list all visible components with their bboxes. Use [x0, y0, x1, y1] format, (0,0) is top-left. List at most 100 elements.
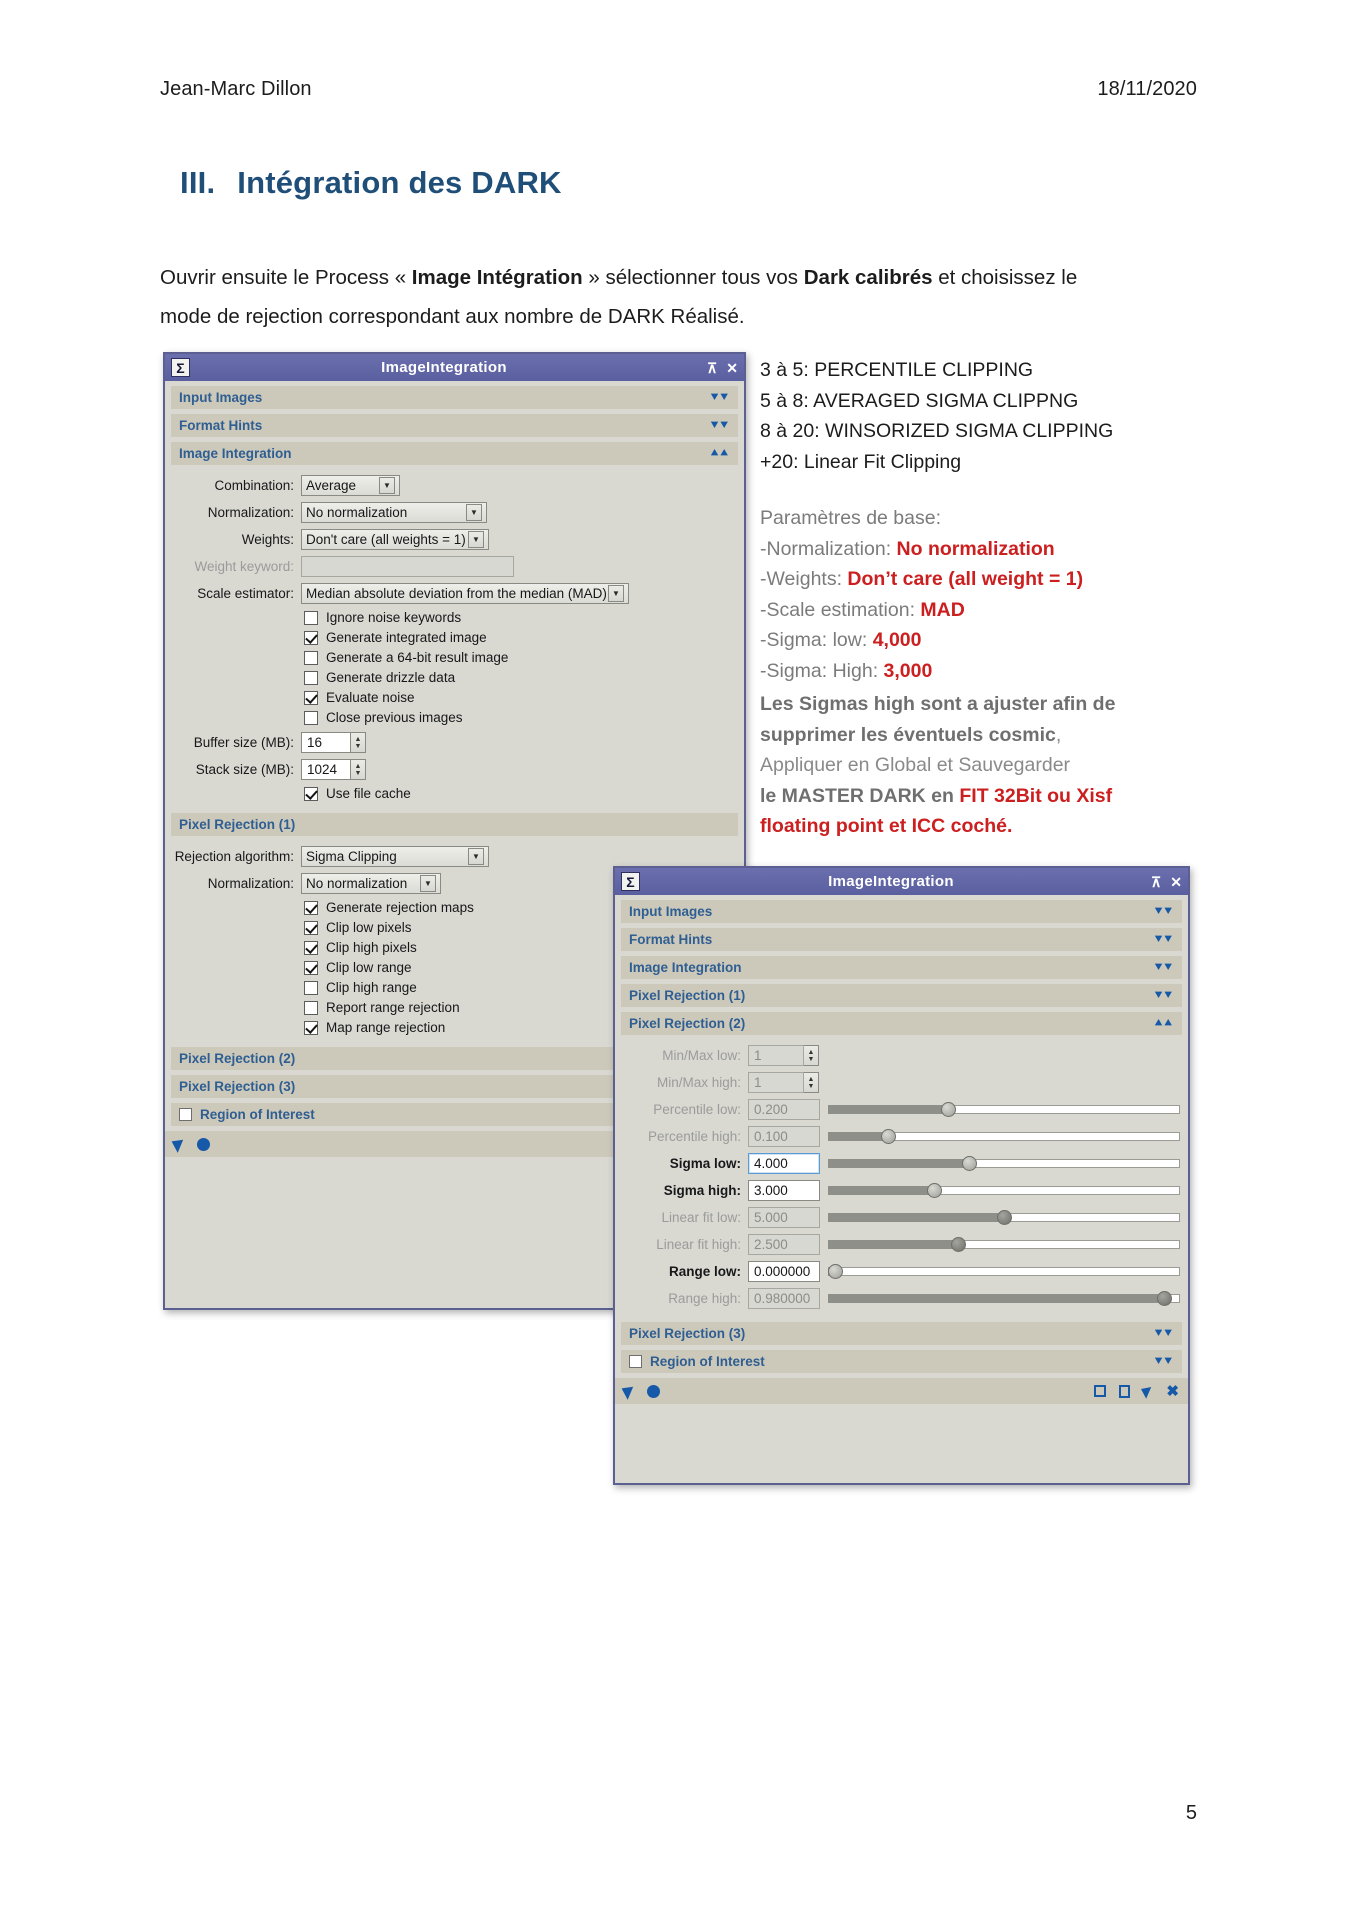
checkbox-box[interactable] [304, 900, 318, 915]
stepper-up-icon[interactable]: ▲ [355, 736, 362, 743]
apply-global-icon[interactable] [197, 1137, 210, 1151]
section-format-hints[interactable]: Format Hints ⯆⯆ [621, 928, 1182, 951]
stepper-up-icon[interactable]: ▲ [808, 1049, 815, 1056]
stepper-down-icon[interactable]: ▼ [808, 1056, 815, 1063]
buffer-size-input[interactable]: 16 [301, 732, 351, 753]
new-instance-icon[interactable] [1094, 1385, 1107, 1397]
section-input-images[interactable]: Input Images ⯆⯆ [621, 900, 1182, 923]
chevron-down-icon[interactable]: ▼ [468, 848, 484, 865]
stack-size-input[interactable]: 1024 [301, 759, 351, 780]
checkbox-generate-drizzle-data[interactable]: Generate drizzle data [304, 670, 736, 685]
checkbox-use-file-cache[interactable]: Use file cache [304, 786, 736, 801]
chevron-down-icon[interactable]: ⯆⯆ [1154, 904, 1173, 919]
sigma-high-slider[interactable] [828, 1180, 1180, 1201]
checkbox-box[interactable] [304, 920, 318, 935]
checkbox-box[interactable] [304, 960, 318, 975]
rejection-algorithm-select[interactable]: Sigma Clipping ▼ [301, 846, 489, 867]
combination-select[interactable]: Average ▼ [301, 475, 400, 496]
checkbox-ignore-noise-keywords[interactable]: Ignore noise keywords [304, 610, 736, 625]
slider-knob[interactable] [827, 1264, 843, 1279]
chevron-down-icon[interactable]: ⯆⯆ [1154, 960, 1173, 975]
stepper-down-icon[interactable]: ▼ [808, 1083, 815, 1090]
slider-knob[interactable] [940, 1102, 956, 1117]
apply-to-view-icon[interactable] [171, 1135, 188, 1153]
sigma-low-slider[interactable] [828, 1153, 1180, 1174]
section-format-hints[interactable]: Format Hints ⯆⯆ [171, 414, 738, 437]
section-input-images[interactable]: Input Images ⯆⯆ [171, 386, 738, 409]
range-low-slider[interactable] [827, 1261, 1180, 1282]
range-high-slider[interactable] [828, 1288, 1180, 1309]
weights-select[interactable]: Don't care (all weights = 1) ▼ [301, 529, 489, 550]
weight-keyword-input[interactable] [301, 556, 514, 577]
checkbox-box[interactable] [304, 610, 318, 625]
stack-size-stepper[interactable]: 1024 ▲ ▼ [301, 759, 366, 780]
stepper-buttons[interactable]: ▲ ▼ [804, 1072, 819, 1093]
normalization-select[interactable]: No normalization ▼ [301, 502, 487, 523]
stepper-buttons[interactable]: ▲ ▼ [351, 732, 366, 753]
slider-knob[interactable] [1156, 1291, 1172, 1306]
apply-to-view-icon[interactable] [621, 1382, 638, 1400]
stepper-buttons[interactable]: ▲ ▼ [804, 1045, 819, 1066]
chevron-down-icon[interactable]: ▼ [608, 585, 624, 602]
slider-knob[interactable] [951, 1237, 967, 1252]
checkbox-evaluate-noise[interactable]: Evaluate noise [304, 690, 736, 705]
pointer-icon[interactable] [1141, 1383, 1156, 1399]
chevron-down-icon[interactable]: ⯆⯆ [1154, 1354, 1173, 1369]
minmax-low-stepper[interactable]: 1 ▲ ▼ [748, 1045, 819, 1066]
chevron-down-icon[interactable]: ▼ [420, 875, 436, 892]
linear-fit-high-input[interactable]: 2.500 [748, 1234, 820, 1255]
section-pixel-rejection-1[interactable]: Pixel Rejection (1) [171, 813, 738, 836]
checkbox-box[interactable] [304, 1020, 318, 1035]
rejection-normalization-select[interactable]: No normalization ▼ [301, 873, 441, 894]
checkbox-box[interactable] [304, 786, 318, 801]
slider-knob[interactable] [880, 1129, 896, 1144]
sigma-low-input[interactable]: 4.000 [748, 1153, 820, 1174]
apply-global-icon[interactable] [647, 1384, 660, 1398]
close-icon[interactable]: ✕ [726, 361, 738, 375]
percentile-low-slider[interactable] [828, 1099, 1180, 1120]
chevron-down-icon[interactable]: ▼ [468, 531, 484, 548]
section-pixel-rejection-2[interactable]: Pixel Rejection (2) ⯅⯅ [621, 1012, 1182, 1035]
checkbox-box[interactable] [304, 670, 318, 685]
slider-knob[interactable] [926, 1183, 942, 1198]
collapse-icon[interactable]: ⊼ [1151, 875, 1161, 889]
linear-fit-high-slider[interactable] [828, 1234, 1180, 1255]
buffer-size-stepper[interactable]: 16 ▲ ▼ [301, 732, 366, 753]
linear-fit-low-slider[interactable] [828, 1207, 1180, 1228]
section-image-integration[interactable]: Image Integration ⯅⯅ [171, 442, 738, 465]
section-image-integration[interactable]: Image Integration ⯆⯆ [621, 956, 1182, 979]
checkbox-box[interactable] [304, 710, 318, 725]
collapse-icon[interactable]: ⊼ [707, 361, 717, 375]
checkbox-box[interactable] [304, 940, 318, 955]
checkbox-close-previous-images[interactable]: Close previous images [304, 710, 736, 725]
range-low-input[interactable]: 0.000000 [748, 1261, 820, 1282]
browse-documentation-icon[interactable] [1119, 1384, 1131, 1398]
sigma-high-input[interactable]: 3.000 [748, 1180, 820, 1201]
slider-knob[interactable] [961, 1156, 977, 1171]
chevron-up-icon[interactable]: ⯅⯅ [1154, 1016, 1173, 1031]
range-high-input[interactable]: 0.980000 [748, 1288, 820, 1309]
checkbox-box[interactable] [304, 690, 318, 705]
checkbox-box[interactable] [179, 1108, 192, 1121]
checkbox-generate-64bit-result-image[interactable]: Generate a 64-bit result image [304, 650, 736, 665]
stepper-buttons[interactable]: ▲ ▼ [351, 759, 366, 780]
section-pixel-rejection-3[interactable]: Pixel Rejection (3) ⯆⯆ [621, 1322, 1182, 1345]
stepper-down-icon[interactable]: ▼ [355, 743, 362, 750]
percentile-high-input[interactable]: 0.100 [748, 1126, 820, 1147]
chevron-up-icon[interactable]: ⯅⯅ [710, 446, 729, 461]
chevron-down-icon[interactable]: ⯆⯆ [710, 418, 729, 433]
slider-knob[interactable] [997, 1210, 1012, 1225]
section-pixel-rejection-1[interactable]: Pixel Rejection (1) ⯆⯆ [621, 984, 1182, 1007]
titlebar[interactable]: Σ ImageIntegration ⊼ ✕ [615, 868, 1188, 895]
minmax-low-input[interactable]: 1 [748, 1045, 804, 1066]
stepper-up-icon[interactable]: ▲ [355, 763, 362, 770]
chevron-down-icon[interactable]: ▼ [379, 477, 395, 494]
chevron-down-icon[interactable]: ⯆⯆ [1154, 932, 1173, 947]
chevron-down-icon[interactable]: ▼ [466, 504, 482, 521]
linear-fit-low-input[interactable]: 5.000 [748, 1207, 820, 1228]
minmax-high-stepper[interactable]: 1 ▲ ▼ [748, 1072, 819, 1093]
checkbox-box[interactable] [304, 650, 318, 665]
titlebar[interactable]: Σ ImageIntegration ⊼ ✕ [165, 354, 744, 381]
section-region-of-interest[interactable]: Region of Interest ⯆⯆ [621, 1350, 1182, 1373]
stepper-down-icon[interactable]: ▼ [355, 770, 362, 777]
